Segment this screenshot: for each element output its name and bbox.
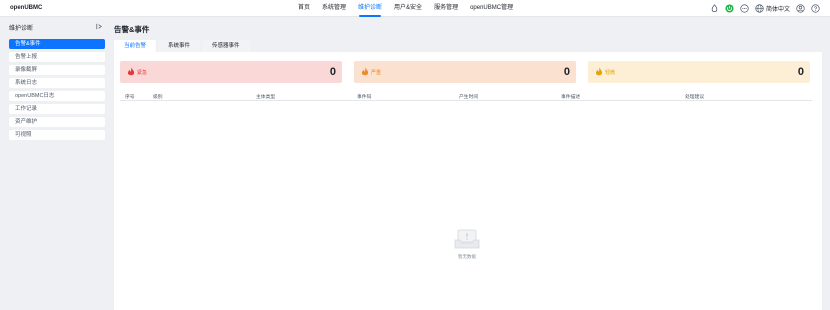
table-header: 序号 级别 主体类型 事件码 产生时间 事件描述 处理建议 [120, 90, 812, 101]
empty-box-icon [452, 229, 482, 252]
user-icon[interactable] [796, 4, 805, 13]
language-label: 简体中文 [765, 7, 790, 13]
nav-item-services[interactable]: 服务管理 [428, 0, 464, 17]
alarm-icon[interactable] [710, 4, 719, 13]
severity-count: 0 [797, 66, 804, 78]
sidebar-item-openubmc-log[interactable]: openUBMC日志 [9, 91, 105, 101]
sidebar-item-alarms-events[interactable]: 告警&事件 [9, 39, 105, 49]
collapse-sidebar-icon[interactable] [95, 22, 104, 31]
page-title: 告警&事件 [114, 25, 150, 34]
column-header-time[interactable]: 产生时间 [459, 93, 478, 100]
app-logo[interactable]: openUBMC [10, 5, 42, 11]
sidebar-title: 维护诊断 [9, 26, 34, 32]
flame-icon [127, 67, 135, 77]
column-header-level[interactable]: 级别 [153, 93, 163, 100]
severity-count: 0 [329, 66, 336, 78]
column-header-subject-type[interactable]: 主体类型 [256, 93, 275, 100]
tab-system-events[interactable]: 系统事件 [158, 40, 201, 52]
sidebar-item-visual[interactable]: 可视照 [9, 130, 105, 140]
nav-item-openubmc[interactable]: openUBMC管理 [464, 0, 519, 17]
sidebar-item-system-log[interactable]: 系统日志 [9, 78, 105, 88]
content-panel: 紧急 0 严重 0 轻微 0 序号 级别 主体类型 事件码 产生时间 事件描述 … [114, 52, 822, 310]
nav-item-system[interactable]: 系统管理 [316, 0, 352, 17]
severity-card-urgent[interactable]: 紧急 0 [120, 61, 342, 83]
sidebar-item-work-records[interactable]: 工作记录 [9, 104, 105, 114]
flame-icon [595, 67, 603, 77]
power-icon[interactable] [725, 4, 734, 13]
severity-label: 紧急 [137, 70, 148, 76]
sidebar: 维护诊断 告警&事件 告警上报 录像截屏 系统日志 openUBMC日志 工作记… [0, 18, 112, 310]
sidebar-item-asset-maintenance[interactable]: 资产维护 [9, 117, 105, 127]
column-header-event-code[interactable]: 事件码 [357, 93, 371, 100]
main-nav: 首页 系统管理 维护诊断 用户&安全 服务管理 openUBMC管理 [292, 0, 519, 17]
nav-item-home[interactable]: 首页 [292, 0, 316, 17]
top-bar: openUBMC 首页 系统管理 维护诊断 用户&安全 服务管理 openUBM… [0, 0, 830, 17]
column-header-description[interactable]: 事件描述 [561, 93, 580, 100]
language-selector[interactable]: 简体中文 [755, 4, 790, 13]
help-icon[interactable] [811, 4, 820, 13]
flame-icon [361, 67, 369, 77]
tab-sensor-events[interactable]: 传感器事件 [202, 40, 250, 52]
top-right-tools: 简体中文 [710, 0, 820, 17]
sidebar-menu: 告警&事件 告警上报 录像截屏 系统日志 openUBMC日志 工作记录 资产维… [9, 39, 105, 143]
severity-cards: 紧急 0 严重 0 轻微 0 [120, 61, 810, 83]
severity-card-serious[interactable]: 严重 0 [354, 61, 576, 83]
dots-icon[interactable] [740, 4, 749, 13]
nav-item-user-security[interactable]: 用户&安全 [388, 0, 428, 17]
empty-state: 暂无数据 [452, 228, 482, 260]
column-header-suggestion[interactable]: 处理建议 [685, 93, 704, 100]
sidebar-item-alarm-report[interactable]: 告警上报 [9, 52, 105, 62]
severity-card-minor[interactable]: 轻微 0 [588, 61, 810, 83]
tab-bar: 当前告警 系统事件 传感器事件 [114, 40, 250, 52]
globe-icon [755, 4, 764, 13]
column-header-index[interactable]: 序号 [125, 93, 135, 100]
severity-label: 轻微 [605, 70, 616, 76]
severity-label: 严重 [371, 70, 382, 76]
nav-item-maintenance[interactable]: 维护诊断 [352, 0, 388, 17]
severity-count: 0 [563, 66, 570, 78]
sidebar-item-recording-screenshot[interactable]: 录像截屏 [9, 65, 105, 75]
empty-state-text: 暂无数据 [458, 254, 476, 259]
tab-current-alarms[interactable]: 当前告警 [114, 40, 157, 52]
